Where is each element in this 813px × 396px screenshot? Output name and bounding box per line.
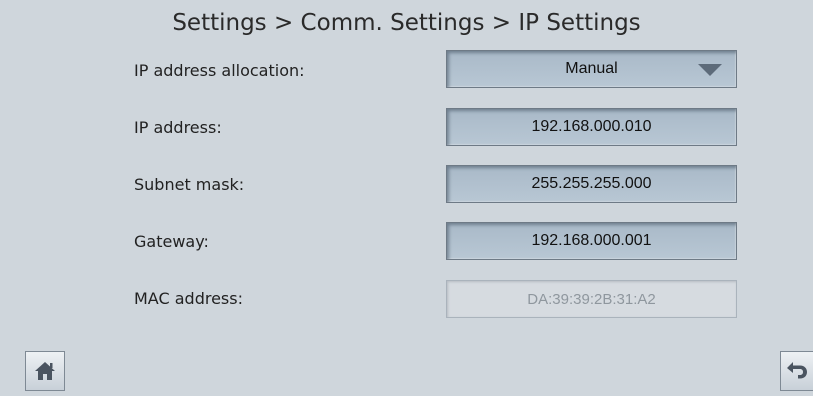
ip-allocation-label: IP address allocation: xyxy=(134,61,305,80)
ip-address-label: IP address: xyxy=(134,118,222,137)
dropdown-arrow-icon xyxy=(698,64,722,76)
ip-allocation-dropdown[interactable]: Manual xyxy=(446,50,737,88)
page-title: Settings > Comm. Settings > IP Settings xyxy=(172,10,641,36)
subnet-mask-input[interactable]: 255.255.255.000 xyxy=(446,165,737,203)
back-button[interactable] xyxy=(780,351,813,391)
back-arrow-icon xyxy=(787,362,807,379)
gateway-input[interactable]: 192.168.000.001 xyxy=(446,222,737,260)
gateway-label: Gateway: xyxy=(134,232,209,251)
home-button[interactable] xyxy=(25,351,65,391)
mac-address-field: DA:39:39:2B:31:A2 xyxy=(446,280,737,318)
ip-allocation-value: Manual xyxy=(565,60,618,77)
ip-address-input[interactable]: 192.168.000.010 xyxy=(446,108,737,146)
home-icon xyxy=(35,362,55,380)
subnet-mask-label: Subnet mask: xyxy=(134,175,245,194)
mac-address-label: MAC address: xyxy=(134,289,243,308)
